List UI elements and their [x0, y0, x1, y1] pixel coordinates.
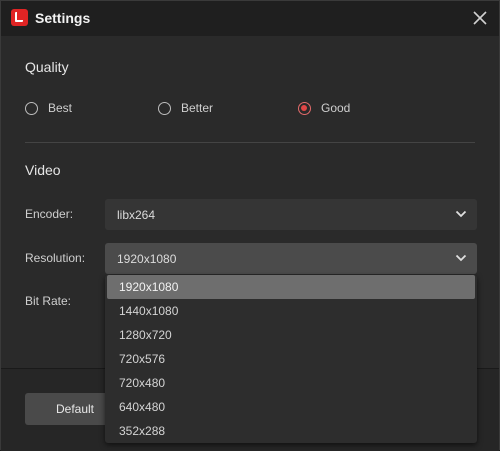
section-divider [25, 142, 475, 143]
title-bar: Settings [1, 1, 499, 36]
quality-radio-group: Best Better Good [1, 101, 499, 119]
quality-better-label: Better [181, 101, 214, 115]
resolution-select[interactable]: 1920x1080 [105, 243, 477, 274]
app-logo-icon [11, 9, 28, 26]
window-title: Settings [35, 10, 91, 26]
resolution-option[interactable]: 720x576 [107, 347, 475, 371]
radio-circle-icon [25, 101, 38, 115]
video-heading: Video [25, 162, 61, 178]
radio-checked-icon [298, 101, 311, 115]
resolution-value: 1920x1080 [117, 251, 177, 266]
resolution-option[interactable]: 1280x720 [107, 323, 475, 347]
resolution-label: Resolution: [25, 251, 86, 265]
encoder-value: libx264 [117, 207, 156, 222]
quality-heading: Quality [25, 59, 69, 75]
quality-good-radio[interactable]: Good [298, 101, 350, 115]
close-button[interactable] [469, 7, 491, 29]
quality-good-label: Good [321, 101, 351, 115]
radio-circle-icon [158, 101, 171, 115]
quality-better-radio[interactable]: Better [158, 101, 213, 115]
chevron-down-icon [455, 210, 467, 218]
resolution-option[interactable]: 1440x1080 [107, 299, 475, 323]
resolution-option[interactable]: 640x480 [107, 395, 475, 419]
resolution-option[interactable]: 720x480 [107, 371, 475, 395]
quality-best-radio[interactable]: Best [25, 101, 72, 115]
chevron-down-icon [455, 254, 467, 262]
encoder-select[interactable]: libx264 [105, 199, 477, 230]
resolution-dropdown-list: 1920x1080 1440x1080 1280x720 720x576 720… [105, 275, 477, 443]
encoder-label: Encoder: [25, 207, 74, 221]
bitrate-label: Bit Rate: [25, 294, 72, 308]
resolution-option[interactable]: 1920x1080 [107, 275, 475, 299]
close-icon [473, 11, 487, 25]
settings-window: Settings Quality Best Better Good Video … [0, 0, 500, 451]
quality-best-label: Best [48, 101, 73, 115]
resolution-option[interactable]: 352x288 [107, 419, 475, 443]
